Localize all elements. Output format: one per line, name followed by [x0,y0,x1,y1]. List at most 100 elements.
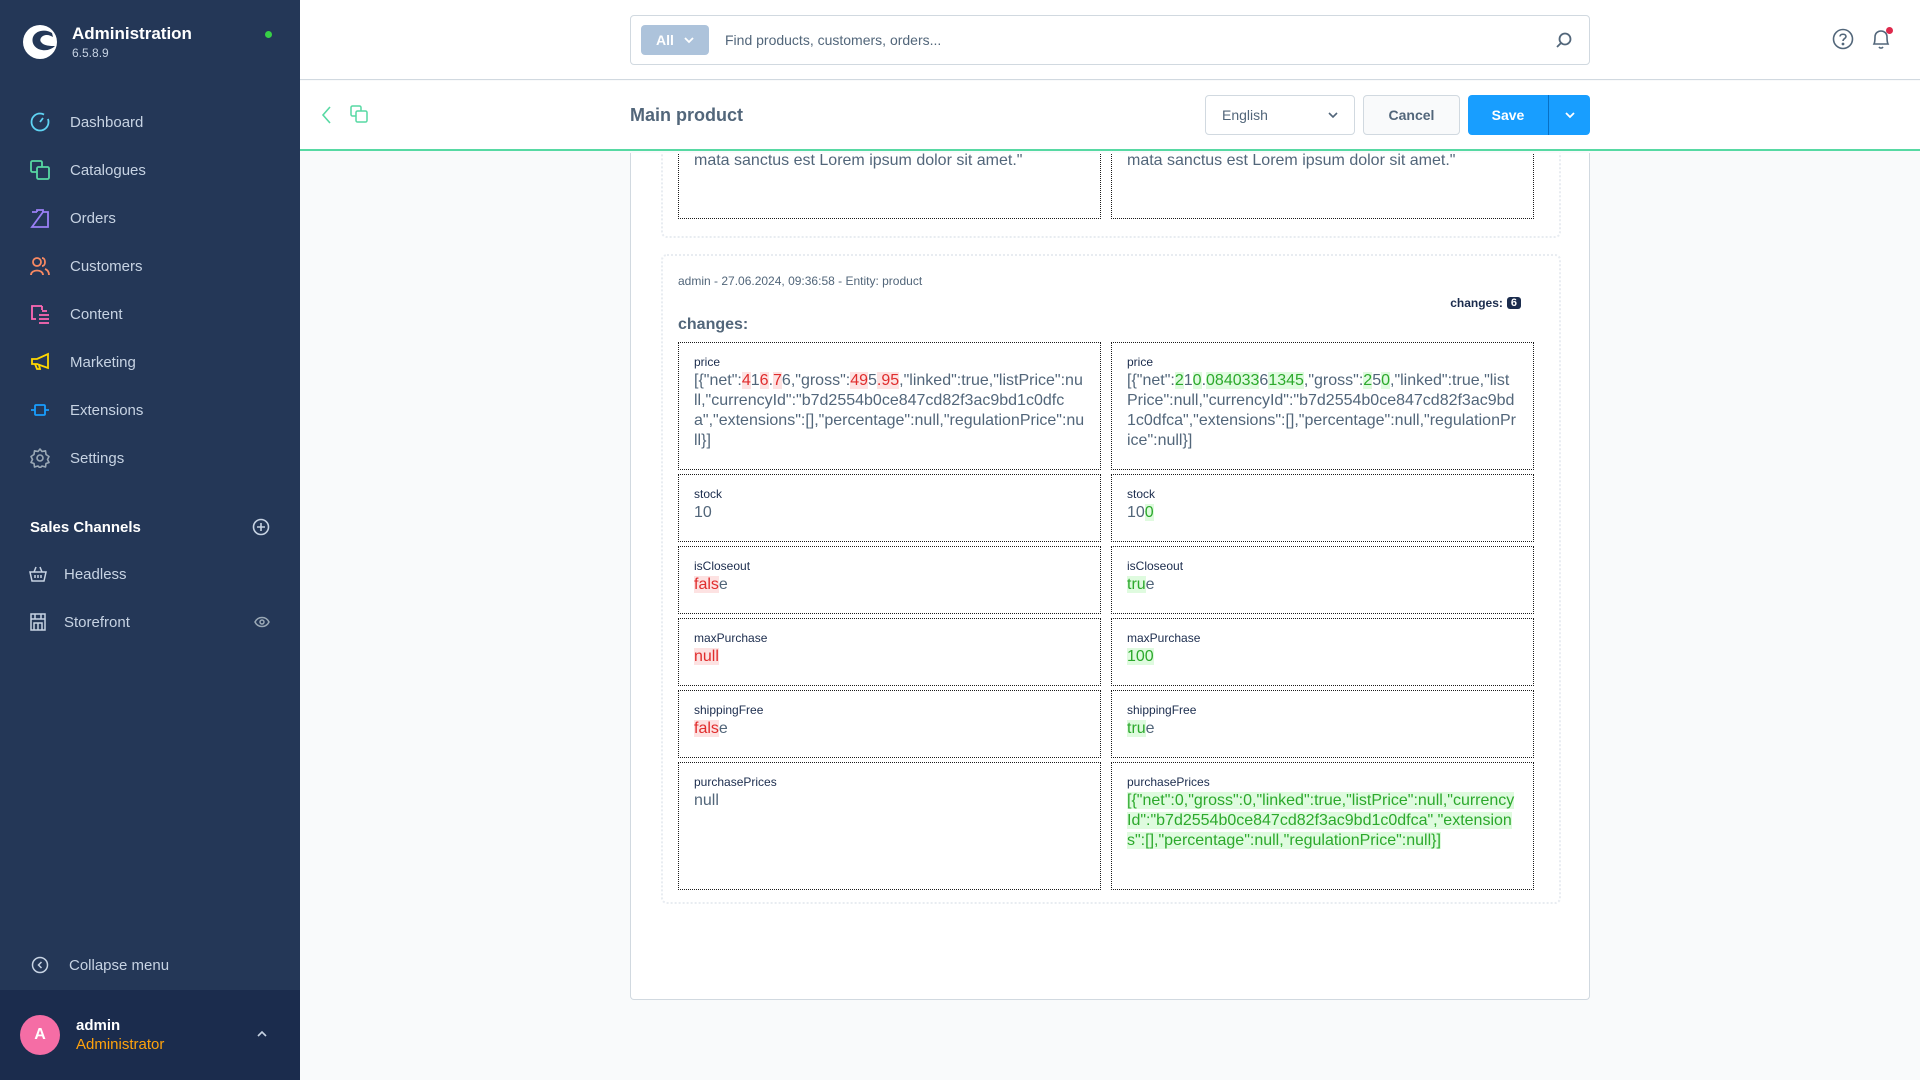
app-title: Administration [72,24,192,43]
inserted-text: tru [1127,576,1146,593]
top-icons [1832,27,1893,50]
inserted-text: et":0,"gross":0,"linked":tru [1151,792,1333,809]
diff-new-value: [{"net":0,"gross":0,"linked":true,"listP… [1127,791,1518,851]
dashboard-icon [29,111,51,133]
diff-new-value: 100 [1127,503,1518,523]
save-button[interactable]: Save [1468,95,1549,135]
diff-field-name: stock [694,487,723,501]
notifications-bell[interactable] [1870,27,1893,50]
basket-icon [29,565,47,583]
diff-new-value: [{"net":210.08403361345,"gross":250,"lin… [1127,371,1518,451]
unchanged-text: 10 [694,504,712,521]
diff-new-value: true [1127,719,1518,739]
unchanged-text: e [1145,576,1155,593]
diff-new-value: 100 [1127,647,1518,667]
sales-channels-title: Sales Channels [30,518,141,536]
sidebar-item-catalogues[interactable]: Catalogues [0,146,300,194]
sales-channel-headless[interactable]: Headless [0,550,300,598]
back-chevron-icon[interactable] [320,105,334,125]
sidebar-item-dashboard[interactable]: Dashboard [0,98,300,146]
sidebar-item-label: Catalogues [70,161,146,179]
unchanged-text: e [718,720,728,737]
sidebar-item-customers[interactable]: Customers [0,242,300,290]
user-name: admin [76,1017,121,1034]
main-nav: Dashboard Catalogues Orders Customers Co… [0,98,300,482]
collapse-menu-label: Collapse menu [69,956,170,974]
language-select[interactable]: English [1205,95,1355,135]
sales-channel-storefront[interactable]: Storefront [0,598,300,646]
unchanged-text: invidunt ut labore et dolore magna aliqu… [1127,153,1456,169]
diff-old-value: invidunt ut labore et dolore magna aliqu… [694,153,1085,171]
diff-old-box: invidunt ut labore et dolore magna aliqu… [678,153,1101,219]
changes-count-badge: changes: 6 [1450,296,1521,310]
history-entry: admin - 27.06.2024, 09:36:58 - Entity: p… [661,254,1561,904]
collapse-menu-button[interactable]: Collapse menu [0,940,300,990]
history-entry-previous: invidunt ut labore et dolore magna aliqu… [661,153,1561,238]
app-version: 6.5.8.9 [72,46,109,60]
cancel-button[interactable]: Cancel [1363,95,1460,135]
sidebar-item-extensions[interactable]: Extensions [0,386,300,434]
content-icon [29,303,51,325]
avatar: A [20,1015,60,1055]
catalogue-icon [350,105,368,123]
inserted-text: 0 [1144,504,1154,521]
extensions-icon [29,399,51,421]
sales-channel-label: Storefront [64,613,130,631]
diff-old-value: false [694,719,1085,739]
diff-field-name: isCloseout [1127,559,1184,573]
sidebar-item-label: Customers [70,257,143,275]
user-menu[interactable]: A admin Administrator [0,990,300,1080]
sidebar-item-settings[interactable]: Settings [0,434,300,482]
sidebar-item-marketing[interactable]: Marketing [0,338,300,386]
diff-field-name: stock [1127,487,1156,501]
sidebar-item-orders[interactable]: Orders [0,194,300,242]
diff-new-box: shippingFree true [1111,690,1534,758]
sidebar-item-label: Dashboard [70,113,144,131]
search-type-select[interactable]: All [641,25,709,55]
sidebar-item-label: Orders [70,209,116,227]
unchanged-text: null [694,792,719,809]
help-icon[interactable] [1832,28,1854,50]
sidebar: Administration 6.5.8.9 Dashboard Catalog… [0,0,300,1080]
inserted-text: tru [1127,720,1146,737]
save-options-toggle[interactable] [1549,95,1590,135]
inserted-text: [{"n [1127,792,1152,809]
unchanged-text: 5 [868,372,877,389]
add-sales-channel-icon[interactable] [252,518,270,536]
search-icon[interactable] [1555,31,1573,49]
deleted-text: 6 [759,372,769,389]
history-card: invidunt ut labore et dolore magna aliqu… [630,153,1590,1000]
inserted-text: 084033 [1206,372,1260,389]
inserted-text: 1345 [1268,372,1304,389]
inserted-text: 2 [1363,372,1373,389]
diff-old-box: purchasePrices null [678,762,1101,890]
sales-channels-list: Headless Storefront [0,550,300,646]
eye-icon[interactable] [254,616,270,628]
changes-title: changes: [678,316,749,333]
unchanged-text: 6,"gross": [781,372,851,389]
brand[interactable]: Administration 6.5.8.9 [22,24,192,60]
main-content: invidunt ut labore et dolore magna aliqu… [300,153,1920,1080]
diff-field-name: isCloseout [694,559,751,573]
top-bar: All [300,0,1920,80]
diff-new-box: stock 100 [1111,474,1534,542]
diff-field-name: price [694,355,721,369]
diff-field-name: purchasePrices [694,775,777,789]
sales-channel-label: Headless [64,565,127,583]
diff-new-box: maxPurchase 100 [1111,618,1534,686]
sales-channels-header: Sales Channels [30,518,270,536]
global-search: All [630,15,1590,65]
diff-old-box: shippingFree false [678,690,1101,758]
deleted-text: 7 [773,372,782,389]
diff-old-value: [{"net":416.76,"gross":495.95,"linked":t… [694,371,1085,451]
chevron-down-icon [1328,111,1338,118]
chevron-up-icon[interactable] [256,1030,268,1038]
diff-old-box: maxPurchase null [678,618,1101,686]
deleted-text: fals [694,576,719,593]
sidebar-item-label: Settings [70,449,125,467]
sidebar-item-content[interactable]: Content [0,290,300,338]
search-input[interactable] [725,32,1525,48]
sidebar-item-label: Content [70,305,123,323]
unchanged-text: 1 [750,372,760,389]
sidebar-item-label: Extensions [70,401,144,419]
